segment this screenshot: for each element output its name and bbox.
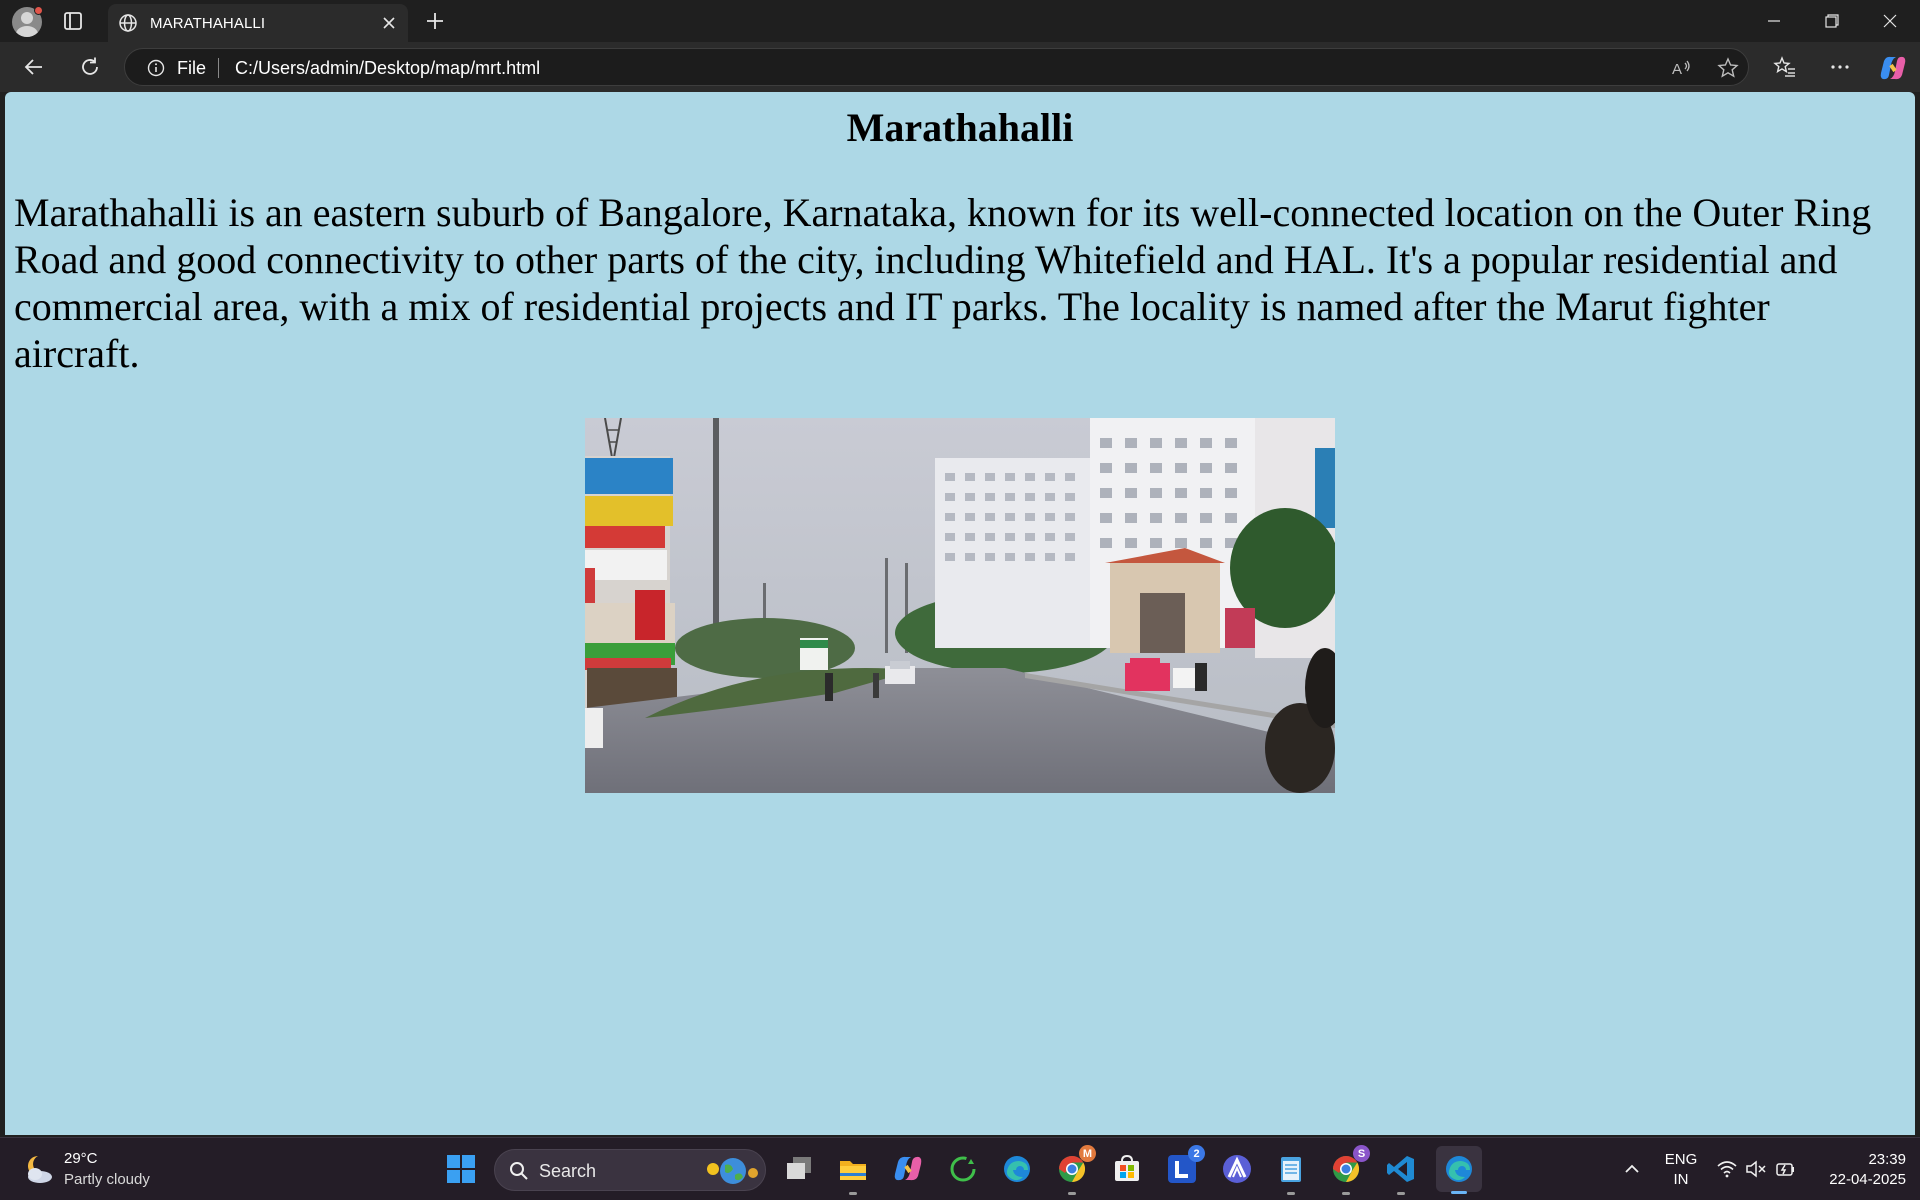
clock-date[interactable]: 22-04-2025 xyxy=(1810,1171,1906,1188)
tab-actions-icon[interactable] xyxy=(62,10,86,32)
svg-text:A: A xyxy=(1672,61,1682,78)
page-heading: Marathahalli xyxy=(846,105,1074,150)
battery-charging-icon[interactable] xyxy=(1771,1149,1799,1189)
chrome-profile-m-icon[interactable]: M xyxy=(1052,1145,1096,1195)
browser-toolbar: File C:/Users/admin/Desktop/map/mrt.html… xyxy=(0,42,1920,92)
windows-taskbar: 29°C Partly cloudy Search M 2 S ENG IN 2… xyxy=(0,1137,1920,1200)
restore-button[interactable] xyxy=(1804,0,1860,42)
clock-time[interactable]: 23:39 xyxy=(1820,1151,1906,1168)
notification-badge: 2 xyxy=(1188,1145,1205,1162)
edge-icon[interactable] xyxy=(997,1149,1037,1189)
profile-notification-dot xyxy=(34,6,43,15)
vscode-icon[interactable] xyxy=(1381,1149,1421,1195)
browser-tab-bar: MARATHAHALLI xyxy=(0,0,1920,42)
active-tab[interactable]: MARATHAHALLI xyxy=(108,4,408,42)
tab-title: MARATHAHALLI xyxy=(150,15,266,32)
read-aloud-icon[interactable]: A xyxy=(1670,57,1692,79)
reload-icon xyxy=(82,57,98,75)
microsoft-store-icon[interactable] xyxy=(1107,1149,1147,1189)
wifi-icon[interactable] xyxy=(1713,1149,1741,1189)
site-info-icon[interactable] xyxy=(147,59,165,77)
ellipsis-icon xyxy=(1831,65,1849,69)
copilot-icon[interactable] xyxy=(888,1149,928,1189)
copilot-button[interactable] xyxy=(1877,52,1909,84)
edge-active-icon[interactable] xyxy=(1436,1146,1482,1194)
profile-badge: M xyxy=(1079,1145,1096,1162)
running-indicator xyxy=(1342,1192,1350,1195)
globe-icon xyxy=(118,13,138,33)
running-indicator xyxy=(1397,1192,1405,1195)
address-scheme-label: File xyxy=(177,58,207,78)
favorites-list-icon xyxy=(1773,56,1795,77)
active-indicator xyxy=(1451,1191,1467,1194)
more-options-button[interactable] xyxy=(1826,53,1854,81)
address-bar[interactable]: File C:/Users/admin/Desktop/map/mrt.html… xyxy=(124,48,1749,86)
back-button[interactable] xyxy=(20,53,48,81)
running-indicator xyxy=(849,1192,857,1195)
windows-start-icon[interactable] xyxy=(441,1149,481,1189)
show-hidden-icons-chevron-up-icon[interactable] xyxy=(1612,1149,1652,1189)
reload-button[interactable] xyxy=(76,53,104,81)
refresh-app-icon[interactable] xyxy=(943,1149,983,1189)
address-separator xyxy=(218,58,219,78)
back-arrow-icon xyxy=(24,59,42,75)
language-indicator-line1[interactable]: ENG xyxy=(1656,1151,1706,1168)
search-label: Search xyxy=(539,1161,597,1181)
volume-muted-icon[interactable] xyxy=(1742,1149,1770,1189)
search-icon xyxy=(510,1162,528,1180)
file-explorer-icon[interactable] xyxy=(833,1149,873,1195)
favorite-star-icon[interactable] xyxy=(1717,57,1739,79)
l-app-icon[interactable]: 2 xyxy=(1162,1145,1205,1189)
taskbar-search-box[interactable]: Search xyxy=(494,1149,766,1191)
new-tab-button[interactable] xyxy=(424,10,446,32)
page-description: Marathahalli is an eastern suburb of Ban… xyxy=(14,190,1872,376)
minimize-icon xyxy=(1768,20,1780,22)
earth-day-highlight-icon xyxy=(707,1158,758,1184)
chrome-profile-s-icon[interactable]: S xyxy=(1326,1145,1370,1195)
task-view-icon[interactable] xyxy=(779,1149,819,1189)
weather-description[interactable]: Partly cloudy xyxy=(64,1171,150,1188)
restore-icon xyxy=(1825,14,1839,28)
close-icon xyxy=(1883,14,1897,28)
notepad-icon[interactable] xyxy=(1271,1149,1311,1195)
plus-icon xyxy=(427,13,443,29)
a-app-icon[interactable] xyxy=(1217,1149,1257,1189)
minimize-button[interactable] xyxy=(1746,0,1802,42)
weather-partly-cloudy-icon[interactable] xyxy=(20,1150,56,1186)
close-window-button[interactable] xyxy=(1862,0,1918,42)
marathahalli-street-photo xyxy=(585,418,1335,793)
profile-badge: S xyxy=(1353,1145,1370,1162)
tab-close-icon[interactable] xyxy=(380,14,398,32)
running-indicator xyxy=(1068,1192,1076,1195)
language-indicator-line2[interactable]: IN xyxy=(1656,1171,1706,1188)
favorites-button[interactable] xyxy=(1771,53,1799,81)
running-indicator xyxy=(1287,1192,1295,1195)
weather-temperature[interactable]: 29°C xyxy=(64,1150,98,1167)
address-url[interactable]: C:/Users/admin/Desktop/map/mrt.html xyxy=(235,58,540,79)
copilot-icon xyxy=(1880,56,1906,80)
page-viewport: Marathahalli Marathahalli is an eastern … xyxy=(5,92,1915,1135)
